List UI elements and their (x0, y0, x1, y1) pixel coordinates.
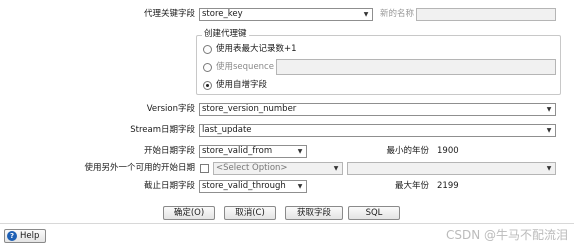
chevron-down-icon[interactable]: ▼ (545, 126, 553, 135)
new-name-label: 新的名称 (380, 9, 415, 19)
radio-sequence[interactable] (203, 63, 212, 72)
chevron-down-icon[interactable]: ▼ (545, 164, 553, 173)
radio-autoincrement[interactable] (203, 81, 212, 90)
cancel-button[interactable]: 取消(C) (224, 206, 276, 220)
new-name-field[interactable] (416, 8, 556, 21)
alt-start-date-select-value: <Select Option> (216, 163, 288, 173)
help-icon: ? (7, 231, 17, 241)
end-date-dropdown[interactable]: store_valid_through ▼ (199, 180, 307, 193)
chevron-down-icon[interactable]: ▼ (296, 182, 304, 191)
chevron-down-icon[interactable]: ▼ (545, 105, 553, 114)
version-dropdown[interactable]: store_version_number ▼ (199, 103, 556, 116)
lookup-key-label: 代理关键字段 (143, 9, 195, 19)
max-year-label: 最大年份 (394, 181, 429, 191)
watermark: CSDN @牛马不配流泪 (445, 228, 568, 242)
end-date-label: 截止日期字段 (143, 181, 195, 191)
radio-table-max-label: 使用表最大记录数+1 (216, 44, 297, 54)
stream-date-label: Stream日期字段 (130, 125, 195, 135)
alt-start-date-label: 使用另外一个可用的开始日期 (84, 163, 195, 173)
stream-date-dropdown[interactable]: last_update ▼ (199, 124, 556, 137)
alt-start-date-select[interactable]: <Select Option> ▼ (213, 162, 343, 175)
footer-divider (0, 223, 574, 224)
get-fields-button[interactable]: 获取字段 (285, 206, 343, 220)
version-value: store_version_number (202, 104, 297, 114)
start-date-value: store_valid_from (202, 146, 273, 156)
chevron-down-icon[interactable]: ▼ (332, 164, 340, 173)
radio-table-max[interactable] (203, 45, 212, 54)
alt-start-date-checkbox[interactable] (200, 164, 209, 173)
lookup-key-dropdown[interactable]: store_key ▼ (199, 8, 373, 21)
sequence-field[interactable] (276, 59, 556, 75)
chevron-down-icon[interactable]: ▼ (296, 147, 304, 156)
radio-sequence-label: 使用sequence (216, 62, 274, 72)
surrogate-key-group-title: 创建代理键 (202, 29, 249, 40)
help-button[interactable]: ? Help (4, 229, 46, 243)
sql-button[interactable]: SQL (348, 206, 400, 220)
min-year-field[interactable]: 1900 (434, 145, 556, 158)
radio-autoincrement-label: 使用自增字段 (216, 80, 268, 90)
alt-start-date-field[interactable]: ▼ (347, 162, 556, 175)
lookup-key-value: store_key (202, 9, 243, 19)
chevron-down-icon[interactable]: ▼ (362, 10, 370, 19)
max-year-field[interactable]: 2199 (434, 180, 556, 193)
start-date-dropdown[interactable]: store_valid_from ▼ (199, 145, 307, 158)
min-year-label: 最小的年份 (386, 146, 429, 156)
end-date-value: store_valid_through (202, 181, 286, 191)
start-date-label: 开始日期字段 (143, 146, 195, 156)
version-label: Version字段 (146, 104, 195, 114)
help-button-label: Help (20, 231, 40, 241)
stream-date-value: last_update (202, 125, 252, 135)
ok-button[interactable]: 确定(O) (163, 206, 215, 220)
